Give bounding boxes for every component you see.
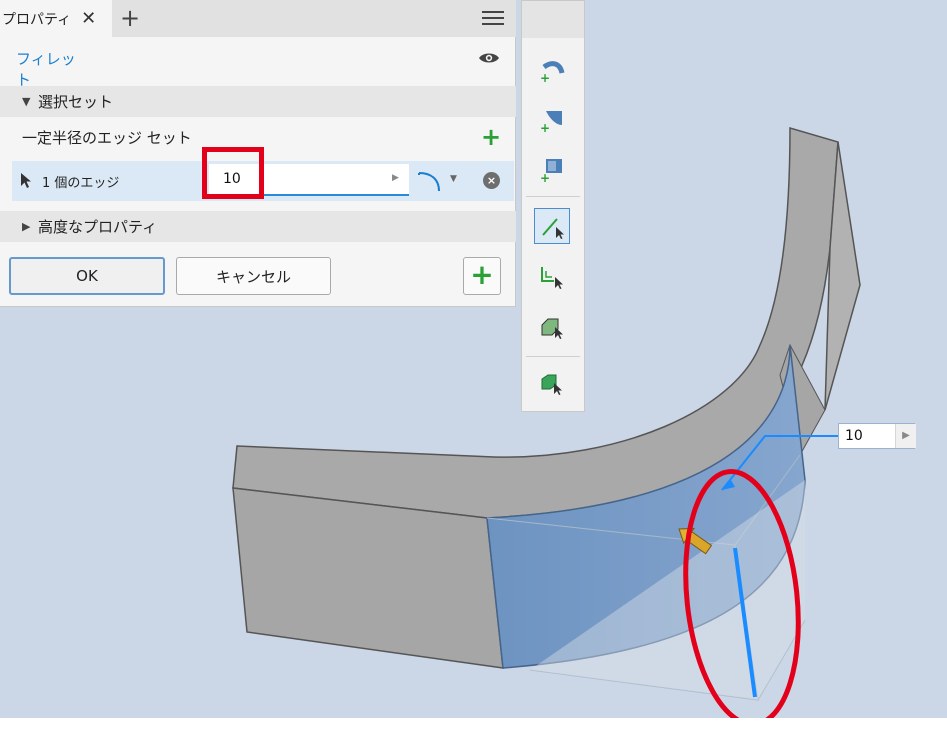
select-loop-icon[interactable] <box>534 259 570 295</box>
section-selection-label: 選択セット <box>38 93 114 111</box>
full-round-fillet-icon[interactable]: + <box>534 151 570 187</box>
face-fillet-icon[interactable]: + <box>534 101 570 137</box>
close-icon[interactable]: ✕ <box>81 9 96 28</box>
hamburger-menu-icon[interactable] <box>482 8 504 28</box>
tool-separator <box>526 356 580 357</box>
edge-fillet-icon[interactable]: + <box>534 51 570 87</box>
annotation-highlight-box <box>202 147 264 199</box>
tab-properties[interactable]: プロパティ ✕ <box>0 0 112 37</box>
ok-button[interactable]: OK <box>9 257 165 295</box>
add-edge-set-icon[interactable]: + <box>481 125 501 149</box>
svg-text:+: + <box>540 121 550 133</box>
chevron-down-icon[interactable]: ▼ <box>450 174 457 184</box>
svg-text:+: + <box>540 71 550 83</box>
select-edge-icon[interactable] <box>534 208 570 244</box>
collapse-down-icon: ▼ <box>22 95 31 108</box>
eye-icon[interactable] <box>478 51 500 65</box>
readout-arrow-icon[interactable]: ▶ <box>895 424 916 448</box>
select-body-icon[interactable] <box>534 365 570 401</box>
section-advanced-properties[interactable]: ▶ 高度なプロパティ <box>0 211 516 242</box>
tool-separator <box>526 196 580 197</box>
section-advanced-label: 高度なプロパティ <box>38 218 158 236</box>
radius-readout[interactable]: 10 ▶ <box>838 423 916 449</box>
svg-text:+: + <box>540 171 550 183</box>
expand-right-icon: ▶ <box>22 220 31 233</box>
tab-title: プロパティ <box>2 11 72 28</box>
edge-set-name: 一定半径のエッジ セット <box>22 129 192 147</box>
panel-tab-bar: プロパティ ✕ + <box>0 0 516 37</box>
properties-panel: プロパティ ✕ + フィレット ▼ 選択セット 一定半径のエッジ セット + 1… <box>0 0 516 307</box>
select-feature-icon[interactable] <box>534 309 570 345</box>
cancel-button[interactable]: キャンセル <box>176 257 331 295</box>
add-set-button[interactable]: + <box>463 257 501 295</box>
remove-edge-icon[interactable]: × <box>483 172 500 189</box>
tool-strip-header <box>522 1 584 38</box>
edge-count-label: 1 個のエッジ <box>42 176 120 191</box>
straight-front-face <box>232 487 504 669</box>
fillet-shape-icon[interactable] <box>417 169 443 193</box>
add-tab-icon[interactable]: + <box>120 4 140 32</box>
cursor-arrow-icon[interactable] <box>20 172 32 189</box>
section-selection-set[interactable]: ▼ 選択セット <box>0 86 516 117</box>
fillet-tool-strip: + + + <box>521 0 585 412</box>
feature-row: フィレット <box>0 37 516 93</box>
input-expand-arrow-icon[interactable]: ▶ <box>392 173 399 183</box>
radius-readout-value: 10 <box>845 428 863 444</box>
